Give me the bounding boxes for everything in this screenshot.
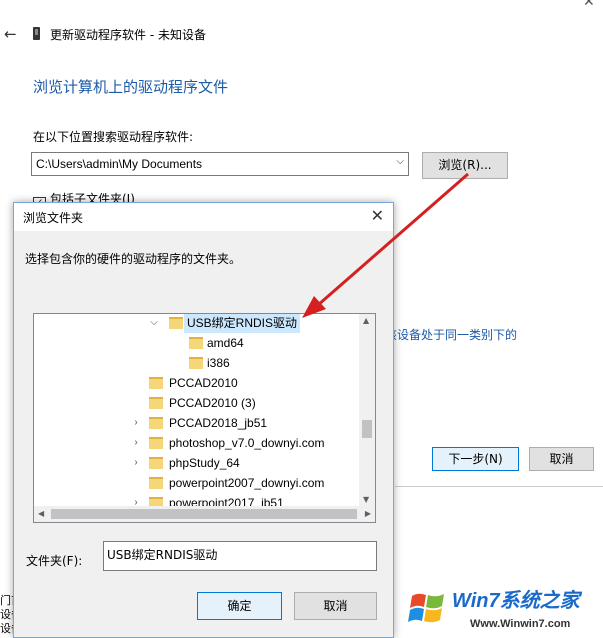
tree-item[interactable]: › PCCAD2018_jb51: [34, 413, 360, 433]
scroll-down-icon[interactable]: ▼: [363, 495, 369, 504]
tree-item-label: powerpoint2007_downyi.com: [169, 476, 325, 490]
vertical-scrollbar[interactable]: ▲ ▼: [359, 314, 375, 506]
chevron-down-icon[interactable]: ⌵: [148, 314, 160, 333]
browse-folder-dialog: 浏览文件夹 ✕ 选择包含你的硬件的驱动程序的文件夹。 ⌵ USB绑定RNDIS驱…: [13, 202, 394, 638]
scroll-up-icon[interactable]: ▲: [363, 316, 369, 325]
chevron-right-icon[interactable]: ›: [130, 433, 142, 453]
chevron-right-icon[interactable]: ›: [130, 413, 142, 433]
folder-icon: [189, 357, 203, 369]
folder-field-label: 文件夹(F):: [26, 554, 83, 568]
horizontal-scrollbar[interactable]: ◀ ▶: [34, 506, 375, 522]
tree-item-label: amd64: [207, 336, 244, 350]
footer-divider: [395, 486, 603, 487]
tree-item[interactable]: i386: [34, 353, 360, 373]
folder-icon: [169, 317, 183, 329]
folder-icon: [189, 337, 203, 349]
folder-input[interactable]: USB绑定RNDIS驱动: [103, 541, 377, 571]
browse-button[interactable]: 浏览(R)...: [422, 152, 508, 179]
watermark: Win7系统之家 Www.Winwin7.com: [402, 580, 602, 636]
tree-item[interactable]: ⌵ USB绑定RNDIS驱动: [34, 314, 360, 333]
search-location-label: 在以下位置搜索驱动程序软件:: [33, 130, 194, 144]
windows-logo-icon: [408, 593, 444, 623]
tree-item[interactable]: PCCAD2010: [34, 373, 360, 393]
tree-item-label: i386: [207, 356, 230, 370]
folder-icon: [149, 477, 163, 489]
tree-item[interactable]: › photoshop_v7.0_downyi.com: [34, 433, 360, 453]
path-combobox[interactable]: C:\Users\admin\My Documents ⌵: [31, 152, 409, 176]
scroll-right-icon[interactable]: ▶: [365, 509, 371, 518]
cancel-button[interactable]: 取消: [294, 592, 377, 620]
watermark-brand: Win7系统之家: [452, 590, 580, 612]
folder-icon: [149, 377, 163, 389]
folder-icon: [149, 417, 163, 429]
device-icon: [33, 27, 40, 40]
folder-icon: [149, 397, 163, 409]
device-category-link[interactable]: 该设备处于同一类别下的: [385, 326, 517, 343]
scroll-left-icon[interactable]: ◀: [38, 509, 44, 518]
wizard-title: 更新驱动程序软件 - 未知设备: [50, 28, 206, 42]
chevron-down-icon[interactable]: ⌵: [396, 156, 404, 167]
back-arrow-icon[interactable]: ←: [4, 26, 17, 42]
scroll-thumb[interactable]: [51, 509, 357, 519]
dialog-title: 浏览文件夹: [23, 211, 84, 225]
tree-item-label: phpStudy_64: [169, 456, 240, 470]
close-icon[interactable]: ✕: [371, 206, 384, 225]
tree-item[interactable]: › phpStudy_64: [34, 453, 360, 473]
next-button[interactable]: 下一步(N): [432, 447, 519, 471]
tree-item-label: PCCAD2010: [169, 376, 238, 390]
folder-icon: [149, 437, 163, 449]
folder-tree[interactable]: ⌵ USB绑定RNDIS驱动 amd64 i386 PCCAD2010 PCCA…: [33, 313, 376, 523]
watermark-url: Www.Winwin7.com: [470, 618, 571, 630]
tree-item-label: USB绑定RNDIS驱动: [184, 314, 301, 333]
tree-item[interactable]: amd64: [34, 333, 360, 353]
wizard-cancel-button[interactable]: 取消: [529, 447, 594, 471]
folder-icon: [149, 457, 163, 469]
dialog-instruction: 选择包含你的硬件的驱动程序的文件夹。: [25, 252, 242, 266]
tree-item[interactable]: powerpoint2007_downyi.com: [34, 473, 360, 493]
dialog-titlebar[interactable]: 浏览文件夹 ✕: [14, 203, 393, 231]
tree-item-label: PCCAD2010 (3): [169, 396, 256, 410]
tree-item[interactable]: PCCAD2010 (3): [34, 393, 360, 413]
chevron-right-icon[interactable]: ›: [130, 453, 142, 473]
path-value: C:\Users\admin\My Documents: [36, 157, 203, 171]
scroll-thumb[interactable]: [362, 420, 372, 438]
tree-item-label: PCCAD2018_jb51: [169, 416, 268, 430]
tree-item-label: photoshop_v7.0_downyi.com: [169, 436, 325, 450]
page-heading: 浏览计算机上的驱动程序文件: [33, 78, 229, 96]
ok-button[interactable]: 确定: [197, 592, 282, 620]
folder-input-value: USB绑定RNDIS驱动: [107, 548, 218, 562]
wizard-close-icon[interactable]: ✕: [583, 0, 595, 10]
